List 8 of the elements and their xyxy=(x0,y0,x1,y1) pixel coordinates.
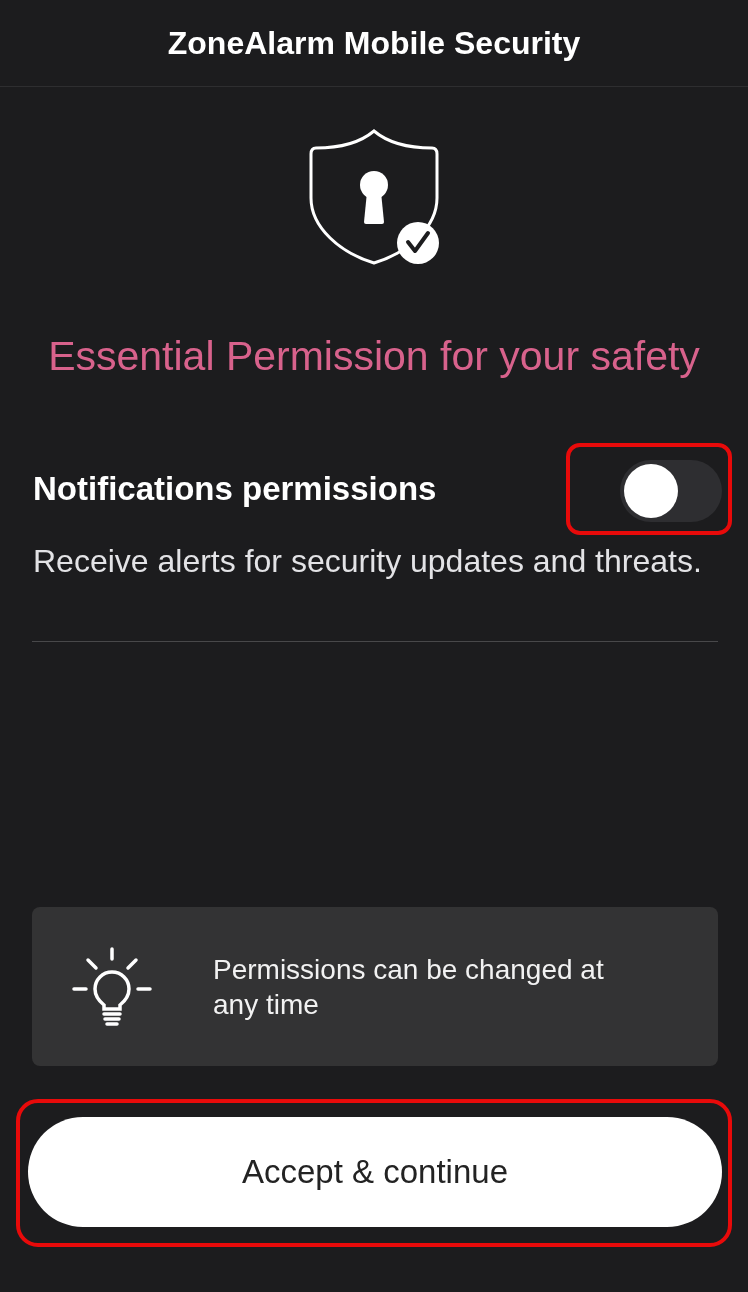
shield-keyhole-check-icon xyxy=(307,128,441,266)
accept-button[interactable]: Accept & continue xyxy=(28,1117,722,1227)
lightbulb-icon xyxy=(72,946,152,1027)
info-text: Permissions can be changed at any time xyxy=(213,952,605,1022)
page-heading: Essential Permission for your safety xyxy=(47,332,701,380)
app-title: ZoneAlarm Mobile Security xyxy=(167,24,581,62)
permission-description: Receive alerts for security updates and threats. xyxy=(32,542,703,581)
permission-title: Notifications permissions xyxy=(33,470,437,508)
